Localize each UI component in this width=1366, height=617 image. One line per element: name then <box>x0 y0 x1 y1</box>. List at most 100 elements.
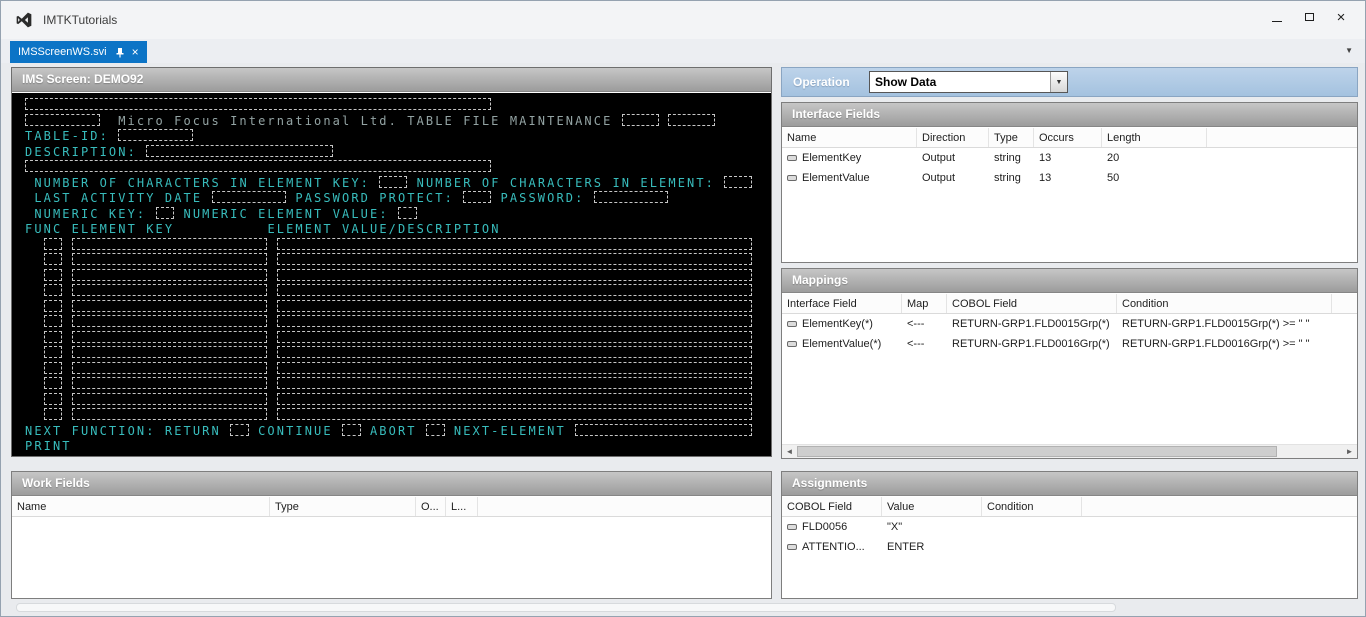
column-header[interactable]: L... <box>446 497 478 516</box>
screen-field[interactable] <box>72 362 268 374</box>
screen-field[interactable] <box>277 315 752 327</box>
screen-field[interactable] <box>25 98 491 110</box>
column-header[interactable]: Condition <box>1117 294 1332 313</box>
screen-field[interactable] <box>72 331 268 343</box>
screen-field[interactable] <box>72 253 268 265</box>
screen-field[interactable] <box>156 207 175 219</box>
screen-field[interactable] <box>44 269 63 281</box>
column-header[interactable]: Value <box>882 497 982 516</box>
table-row[interactable]: ElementKeyOutputstring1320 <box>782 148 1357 168</box>
screen-field[interactable] <box>72 408 268 420</box>
screen-field[interactable] <box>72 269 268 281</box>
screen-field[interactable] <box>277 238 752 250</box>
screen-field[interactable] <box>342 424 361 436</box>
screen-field[interactable] <box>44 377 63 389</box>
screen-field[interactable] <box>44 346 63 358</box>
screen-field[interactable] <box>25 114 100 126</box>
screen-field[interactable] <box>277 284 752 296</box>
mappings-horizontal-scrollbar[interactable]: ◄ ► <box>782 444 1357 458</box>
table-row[interactable]: ElementKey(*)<---RETURN-GRP1.FLD0015Grp(… <box>782 314 1357 334</box>
screen-field[interactable] <box>277 377 752 389</box>
screen-field[interactable] <box>622 114 659 126</box>
screen-field[interactable] <box>575 424 752 436</box>
scroll-left-icon[interactable]: ◄ <box>782 445 797 458</box>
screen-field[interactable] <box>277 362 752 374</box>
column-header[interactable]: Interface Field <box>782 294 902 313</box>
screen-field[interactable] <box>72 377 268 389</box>
table-row[interactable]: ATTENTIO...ENTER <box>782 537 1357 557</box>
screen-text: PASSWORD: <box>491 191 594 205</box>
table-row[interactable]: FLD0056"X" <box>782 517 1357 537</box>
title-bar[interactable]: IMTKTutorials × <box>1 1 1365 39</box>
screen-field[interactable] <box>44 300 63 312</box>
tab-imsscreenws[interactable]: IMSScreenWS.svi × <box>10 41 147 63</box>
table-cell: ElementValue(*) <box>782 338 902 350</box>
screen-field[interactable] <box>44 393 63 405</box>
column-header[interactable]: Name <box>12 497 270 516</box>
screen-field[interactable] <box>146 145 332 157</box>
screen-field[interactable] <box>212 191 287 203</box>
column-header[interactable]: Type <box>270 497 416 516</box>
screen-field[interactable] <box>463 191 491 203</box>
screen-field[interactable] <box>426 424 445 436</box>
tab-overflow-dropdown-icon[interactable]: ▼ <box>1345 46 1353 55</box>
screen-field[interactable] <box>277 393 752 405</box>
screen-field[interactable] <box>72 238 268 250</box>
scrollbar-track[interactable] <box>797 445 1342 458</box>
screen-field[interactable] <box>230 424 249 436</box>
maximize-button[interactable] <box>1293 5 1325 29</box>
column-header[interactable]: Name <box>782 128 917 147</box>
screen-field[interactable] <box>44 253 63 265</box>
screen-field[interactable] <box>277 408 752 420</box>
screen-line <box>25 269 771 285</box>
screen-field[interactable] <box>44 362 63 374</box>
ims-screen-panel-header: IMS Screen: DEMO92 <box>12 68 771 92</box>
screen-field[interactable] <box>277 346 752 358</box>
screen-field[interactable] <box>668 114 715 126</box>
table-header-row: NameTypeO...L... <box>12 497 771 517</box>
screen-field[interactable] <box>72 284 268 296</box>
screen-field[interactable] <box>277 253 752 265</box>
screen-field[interactable] <box>25 160 491 172</box>
column-header[interactable]: Length <box>1102 128 1207 147</box>
scrollbar-thumb[interactable] <box>797 446 1277 457</box>
screen-field[interactable] <box>277 300 752 312</box>
table-row[interactable]: ElementValue(*)<---RETURN-GRP1.FLD0016Gr… <box>782 334 1357 354</box>
screen-field[interactable] <box>72 346 268 358</box>
column-header[interactable]: Occurs <box>1034 128 1102 147</box>
screen-field[interactable] <box>44 408 63 420</box>
horizontal-scrollbar-thumb[interactable] <box>16 603 1116 612</box>
screen-field[interactable] <box>398 207 417 219</box>
scroll-right-icon[interactable]: ► <box>1342 445 1357 458</box>
screen-field[interactable] <box>594 191 669 203</box>
combo-dropdown-icon[interactable]: ▼ <box>1050 72 1067 92</box>
screen-field[interactable] <box>379 176 407 188</box>
tab-close-icon[interactable]: × <box>132 46 139 58</box>
screen-field[interactable] <box>72 300 268 312</box>
close-button[interactable]: × <box>1325 5 1357 29</box>
screen-field[interactable] <box>118 129 193 141</box>
column-header[interactable]: O... <box>416 497 446 516</box>
column-header[interactable]: COBOL Field <box>782 497 882 516</box>
screen-field[interactable] <box>277 269 752 281</box>
screen-field[interactable] <box>72 393 268 405</box>
screen-text <box>62 300 71 314</box>
screen-field[interactable] <box>44 284 63 296</box>
screen-text <box>267 269 276 283</box>
field-icon <box>787 321 797 327</box>
column-header[interactable]: Direction <box>917 128 989 147</box>
column-header[interactable]: COBOL Field <box>947 294 1117 313</box>
table-row[interactable]: ElementValueOutputstring1350 <box>782 168 1357 188</box>
screen-field[interactable] <box>44 315 63 327</box>
screen-field[interactable] <box>44 238 63 250</box>
screen-field[interactable] <box>44 331 63 343</box>
screen-field[interactable] <box>277 331 752 343</box>
column-header[interactable]: Condition <box>982 497 1082 516</box>
minimize-button[interactable] <box>1261 5 1293 29</box>
operation-combobox[interactable]: Show Data ▼ <box>869 71 1068 93</box>
screen-field[interactable] <box>72 315 268 327</box>
column-header[interactable]: Type <box>989 128 1034 147</box>
screen-field[interactable] <box>724 176 752 188</box>
pin-icon[interactable] <box>115 47 125 58</box>
column-header[interactable]: Map <box>902 294 947 313</box>
